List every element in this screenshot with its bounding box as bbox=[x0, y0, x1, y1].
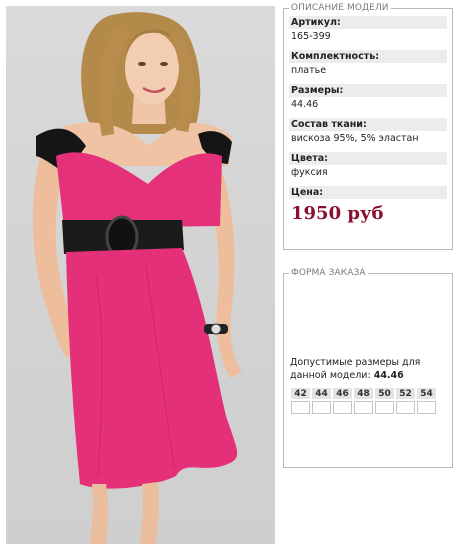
fabric-value: вискоза 95%, 5% эластан bbox=[291, 133, 419, 144]
colors-value: фуксия bbox=[291, 167, 328, 178]
set-label: Комплектность: bbox=[289, 50, 447, 63]
size-header-46: 46 bbox=[333, 388, 352, 399]
size-quantity-input-54[interactable] bbox=[417, 401, 436, 414]
size-quantity-input-44[interactable] bbox=[312, 401, 331, 414]
allowed-sizes-value: 44.46 bbox=[373, 370, 404, 381]
size-header-52: 52 bbox=[396, 388, 415, 399]
size-header-48: 48 bbox=[354, 388, 373, 399]
colors-label: Цвета: bbox=[289, 152, 447, 165]
size-selector-table: 42 44 46 48 50 52 54 bbox=[289, 386, 438, 416]
order-form-legend: ФОРМА ЗАКАЗА bbox=[291, 268, 366, 278]
size-header-44: 44 bbox=[312, 388, 331, 399]
model-illustration bbox=[32, 12, 242, 544]
fabric-label: Состав ткани: bbox=[289, 118, 447, 131]
article-value: 165-399 bbox=[291, 31, 331, 42]
size-quantity-input-46[interactable] bbox=[333, 401, 352, 414]
model-description-panel: ОПИСАНИЕ МОДЕЛИ Артикул: 165-399 Комплек… bbox=[283, 3, 453, 250]
size-quantity-input-50[interactable] bbox=[375, 401, 394, 414]
size-quantity-input-48[interactable] bbox=[354, 401, 373, 414]
sizes-label: Размеры: bbox=[289, 84, 447, 97]
price-label: Цена: bbox=[289, 186, 447, 199]
size-quantity-input-52[interactable] bbox=[396, 401, 415, 414]
allowed-sizes-note: Допустимые размеры для данной модели: 44… bbox=[289, 356, 447, 382]
article-label: Артикул: bbox=[289, 16, 447, 29]
product-photo bbox=[6, 6, 275, 544]
size-header-42: 42 bbox=[291, 388, 310, 399]
sizes-value: 44.46 bbox=[291, 99, 319, 110]
order-form-panel: ФОРМА ЗАКАЗА Допустимые размеры для данн… bbox=[283, 268, 453, 468]
set-value: платье bbox=[291, 65, 327, 76]
model-description-legend: ОПИСАНИЕ МОДЕЛИ bbox=[291, 3, 389, 13]
size-header-50: 50 bbox=[375, 388, 394, 399]
price-value: 1950 руб bbox=[291, 203, 384, 224]
size-header-54: 54 bbox=[417, 388, 436, 399]
size-quantity-input-42[interactable] bbox=[291, 401, 310, 414]
